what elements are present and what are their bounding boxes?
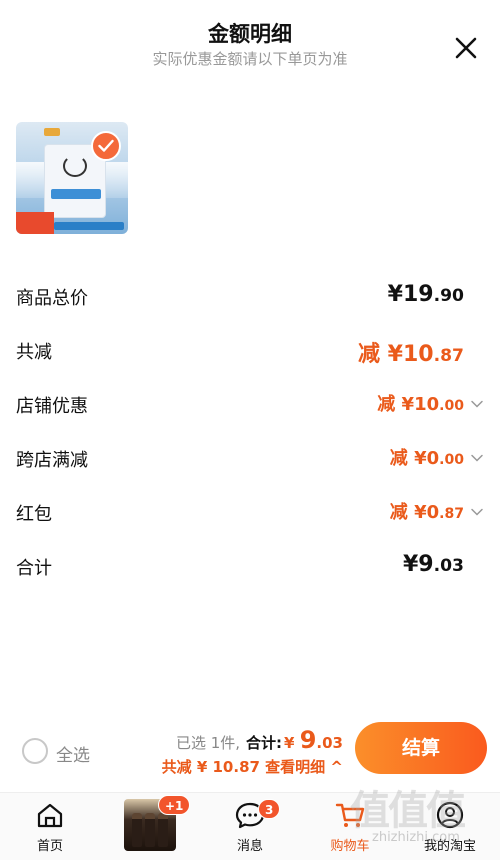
row-store-discount[interactable]: 店铺优惠 减 ¥10.00	[16, 388, 484, 422]
product-selected-check[interactable]	[91, 131, 121, 161]
bottom-tab-bar: 首页 +1 3 消息 购物车 我的淘宝	[0, 792, 500, 860]
checkout-button[interactable]: 结算	[355, 722, 487, 774]
row-value: 减 ¥10.00	[377, 394, 464, 415]
row-cross-store-discount[interactable]: 跨店满减 减 ¥0.00	[16, 442, 484, 476]
close-button[interactable]	[452, 34, 480, 62]
select-all-label: 全选	[56, 746, 90, 766]
tab-promo[interactable]: +1	[100, 793, 200, 860]
selection-summary: 已选 1件, 合计: ¥ 9.03	[176, 726, 343, 754]
tab-label: 首页	[36, 839, 63, 854]
close-icon	[455, 37, 477, 59]
row-label: 共减	[16, 342, 52, 363]
tab-label: 我的淘宝	[423, 839, 476, 854]
row-value: 减 ¥0.87	[389, 502, 464, 523]
sheet-subtitle: 实际优惠金额请以下单页为准	[152, 50, 348, 68]
cart-icon	[334, 799, 366, 831]
row-label: 店铺优惠	[16, 396, 88, 417]
row-label: 商品总价	[16, 288, 88, 309]
tab-messages[interactable]: 3 消息	[200, 793, 300, 860]
details-link-label: 查看明细	[265, 758, 326, 776]
tab-label: 购物车	[330, 839, 370, 854]
sheet-header: 金额明细 实际优惠金额请以下单页为准	[0, 0, 500, 80]
saved-amount: 共减 ¥ 10.87	[161, 758, 260, 776]
row-grand-total: 合计 ¥9.03	[16, 550, 484, 584]
tab-profile[interactable]: 我的淘宝	[400, 793, 500, 860]
sheet-title: 金额明细	[208, 22, 292, 46]
row-label: 跨店满减	[16, 450, 88, 471]
row-value: ¥9.03	[402, 552, 464, 577]
row-value: 减 ¥0.00	[389, 448, 464, 469]
promo-badge: +1	[158, 795, 191, 815]
view-details-link[interactable]: 共减 ¥ 10.87 查看明细 ^	[162, 756, 343, 777]
checkout-bar: 全选 已选 1件, 合计: ¥ 9.03 共减 ¥ 10.87 查看明细 ^ 结算	[0, 716, 500, 792]
total-label: 合计:	[246, 734, 283, 752]
profile-icon	[434, 799, 466, 831]
product-image-promo-tag	[16, 212, 54, 234]
tab-label: 消息	[236, 839, 263, 854]
row-value: ¥19.90	[387, 282, 464, 307]
row-label: 合计	[16, 558, 52, 579]
tab-cart[interactable]: 购物车	[300, 793, 400, 860]
product-image-corner-tag	[44, 128, 60, 136]
chevron-down-icon[interactable]	[470, 396, 484, 410]
chevron-up-icon: ^	[330, 758, 343, 776]
product-image-strip	[54, 222, 124, 230]
row-total-discount: 共减 减 ¥10.87	[16, 334, 484, 368]
chevron-down-icon[interactable]	[470, 504, 484, 518]
row-item-total: 商品总价 ¥19.90	[16, 280, 484, 314]
select-all-radio[interactable]	[22, 738, 48, 764]
tab-home[interactable]: 首页	[0, 793, 100, 860]
row-label: 红包	[16, 504, 52, 525]
home-icon	[34, 799, 66, 831]
chevron-down-icon[interactable]	[470, 450, 484, 464]
message-badge: 3	[258, 799, 281, 819]
selected-count: 已选 1件,	[175, 734, 241, 752]
row-red-packet[interactable]: 红包 减 ¥0.87	[16, 496, 484, 530]
row-value: 减 ¥10.87	[357, 342, 464, 367]
checkmark-icon	[98, 139, 114, 152]
total-value: ¥ 9.03	[284, 726, 343, 754]
